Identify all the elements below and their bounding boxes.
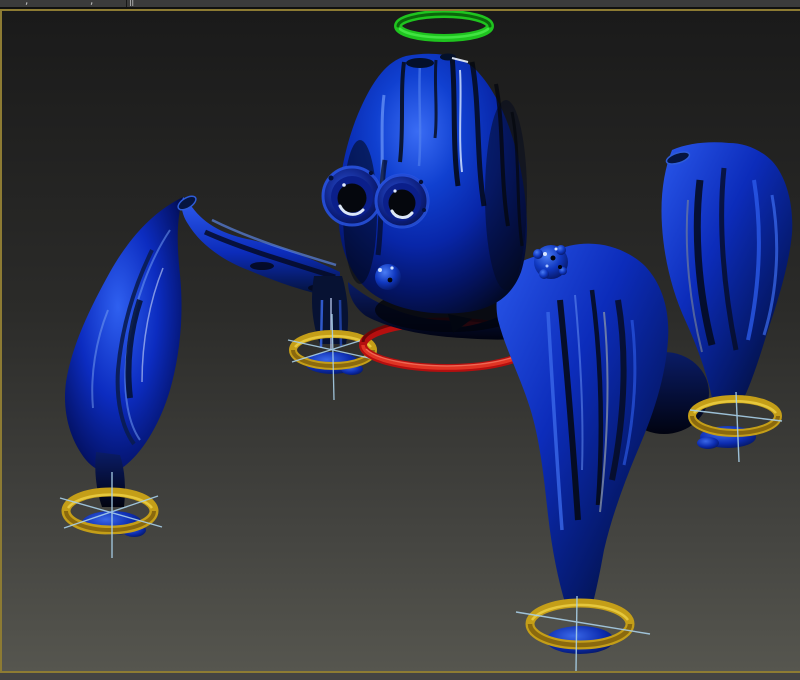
- toolbar-glyph: ,: [24, 0, 29, 6]
- toolbar-divider: [126, 0, 127, 7]
- viewport-3d[interactable]: [0, 0, 800, 680]
- left-eye[interactable]: [322, 166, 382, 226]
- hip-knob[interactable]: [375, 264, 401, 290]
- right-eye[interactable]: [375, 174, 429, 228]
- viewport-border-top: [0, 9, 800, 11]
- top-toolbar-fragment: , , ‖: [0, 0, 800, 7]
- toolbar-glyph: ‖: [129, 0, 134, 6]
- ankle: [95, 452, 125, 507]
- application-window: , , ‖: [0, 0, 800, 680]
- toolbar-glyph: ,: [89, 0, 94, 6]
- viewport-border-left: [0, 11, 2, 671]
- bottom-panel-fragment: [0, 673, 800, 680]
